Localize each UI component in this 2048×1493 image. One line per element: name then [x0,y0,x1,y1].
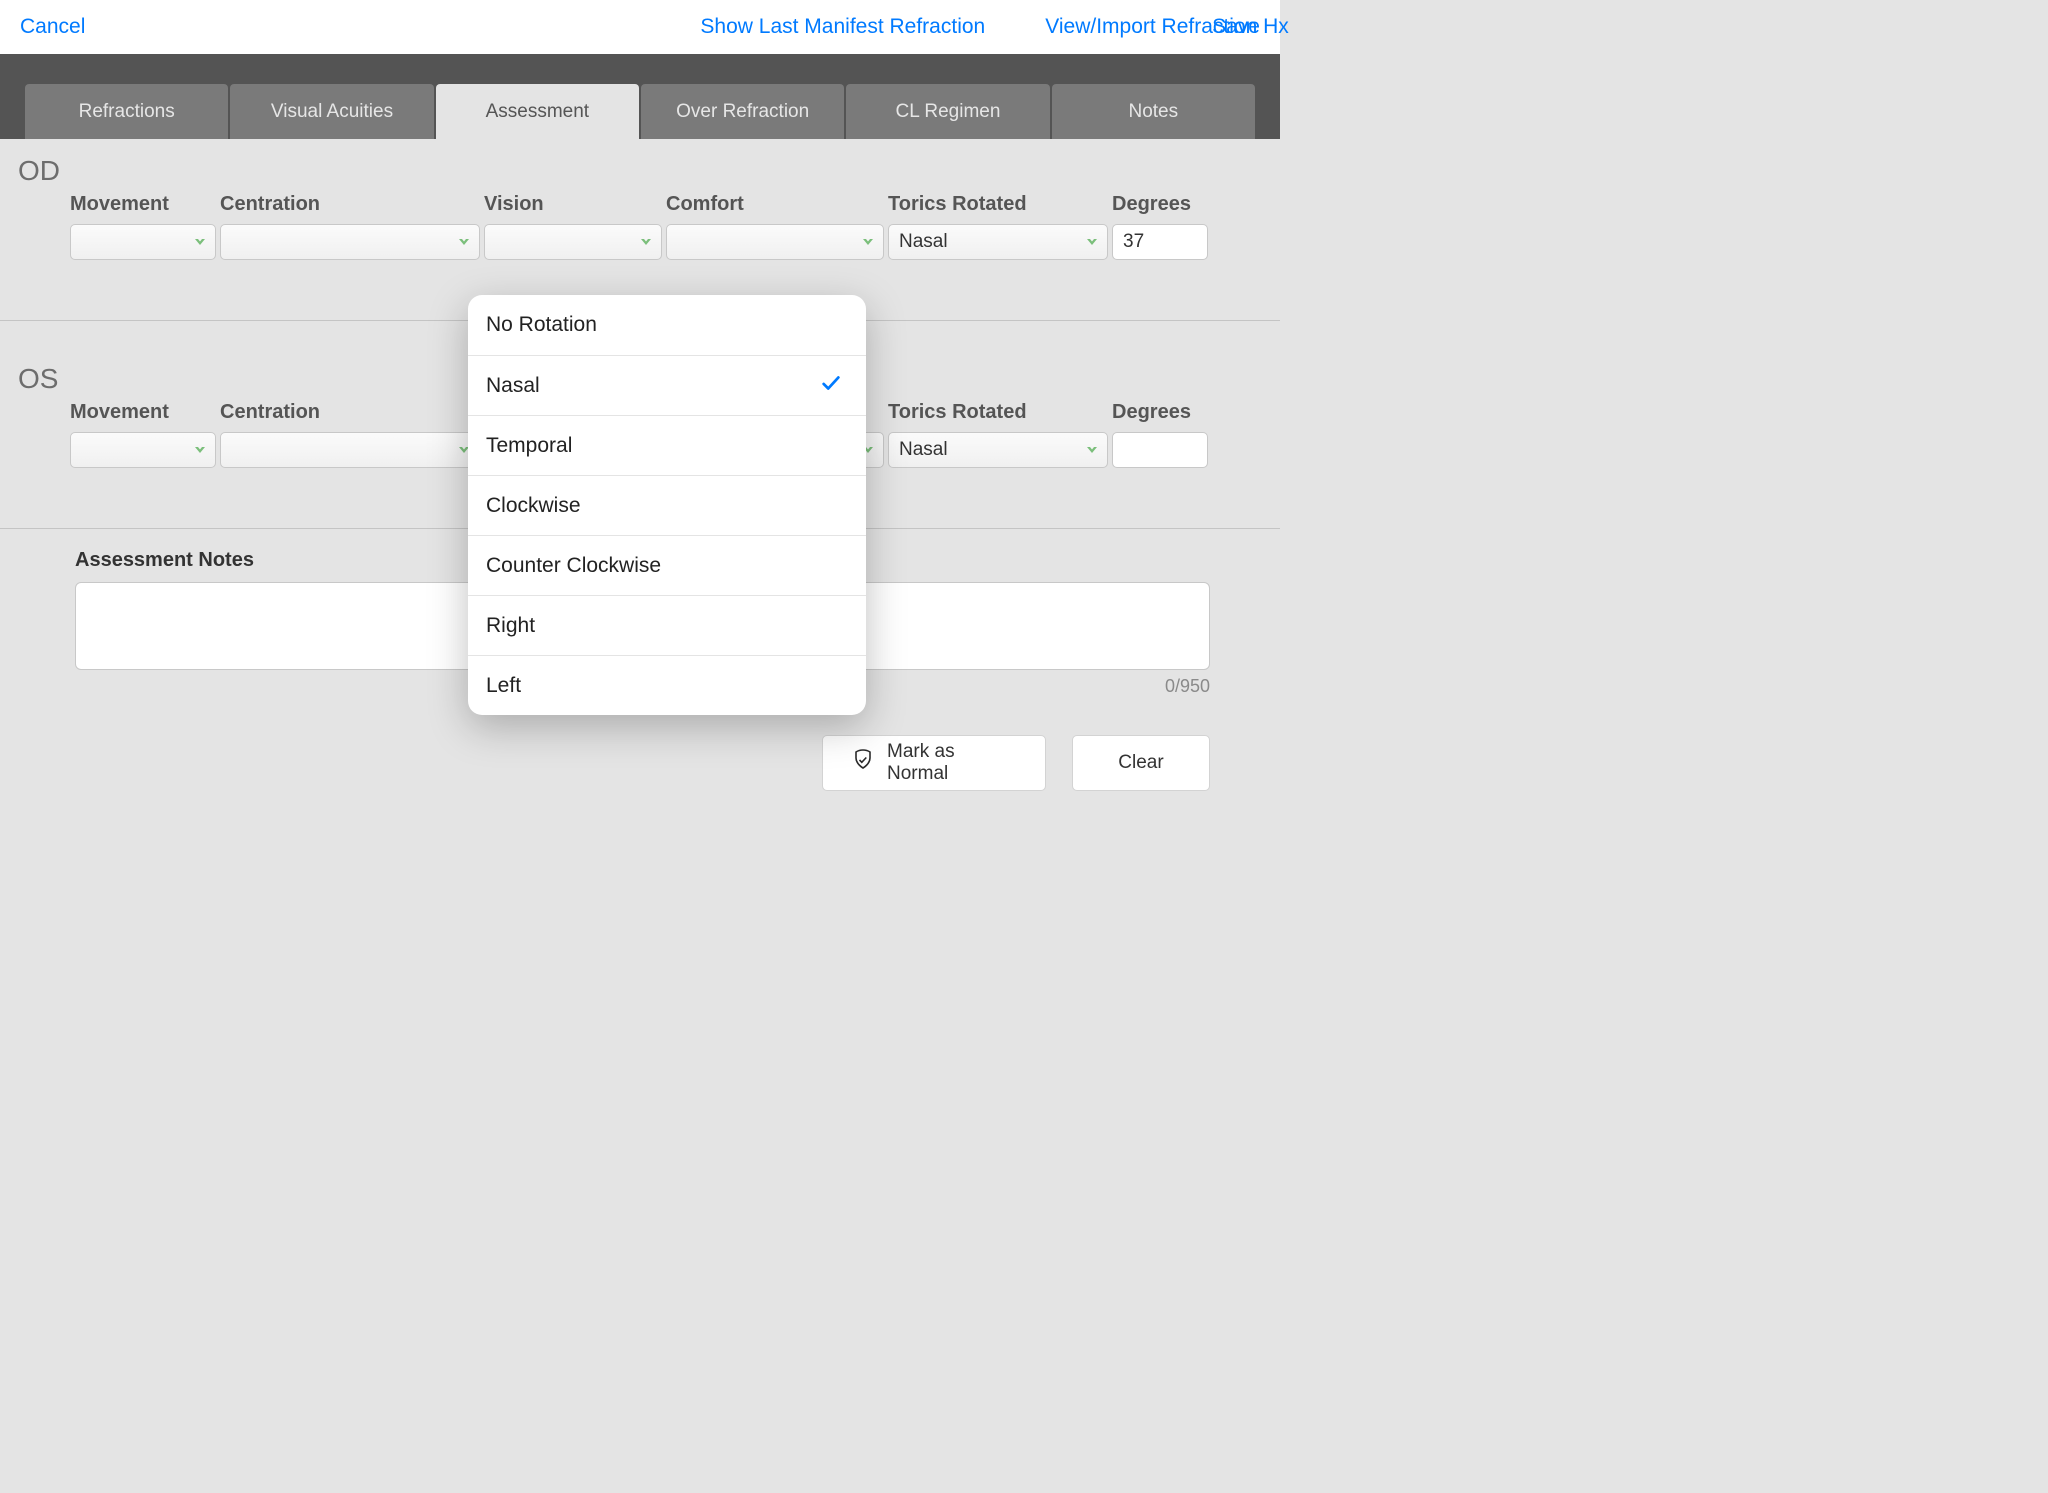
tab-over-refraction[interactable]: Over Refraction [641,84,844,139]
dropdown-option-right[interactable]: Right [468,595,866,655]
tab-assessment[interactable]: Assessment [436,84,639,139]
show-last-manifest-button[interactable]: Show Last Manifest Refraction [700,15,985,39]
os-torics-field: Torics Rotated Nasal [888,401,1108,468]
os-degrees-label: Degrees [1112,401,1208,424]
os-torics-label: Torics Rotated [888,401,1108,424]
os-degrees-field: Degrees [1112,401,1208,468]
od-torics-select[interactable]: Nasal [888,224,1108,260]
od-fields-row: Movement Centration Vision [0,193,1280,260]
od-movement-select[interactable] [70,224,216,260]
od-centration-select[interactable] [220,224,480,260]
tab-bar: Refractions Visual Acuities Assessment O… [25,84,1255,139]
od-movement-label: Movement [70,193,216,216]
shield-check-icon [851,748,875,778]
od-torics-field: Torics Rotated Nasal [888,193,1108,260]
tab-visual-acuities[interactable]: Visual Acuities [230,84,433,139]
chevron-down-icon [861,235,875,249]
chevron-down-icon [193,443,207,457]
chevron-down-icon [639,235,653,249]
od-torics-label: Torics Rotated [888,193,1108,216]
os-centration-field: Centration [220,401,480,468]
dropdown-option-no-rotation[interactable]: No Rotation [468,295,866,355]
dropdown-option-label: Nasal [486,374,540,398]
dropdown-option-label: Clockwise [486,494,581,518]
od-degrees-field: Degrees 37 [1112,193,1208,260]
top-bar: Cancel Show Last Manifest Refraction Vie… [0,0,1280,54]
od-degrees-value: 37 [1123,231,1144,253]
od-movement-field: Movement [70,193,216,260]
tab-cl-regimen[interactable]: CL Regimen [846,84,1049,139]
chevron-down-icon [1085,235,1099,249]
dropdown-option-temporal[interactable]: Temporal [468,415,866,475]
os-centration-label: Centration [220,401,480,424]
os-movement-select[interactable] [70,432,216,468]
dropdown-option-label: Counter Clockwise [486,554,661,578]
dropdown-option-counter-clockwise[interactable]: Counter Clockwise [468,535,866,595]
od-centration-label: Centration [220,193,480,216]
dropdown-option-label: Right [486,614,535,638]
os-torics-value: Nasal [899,439,948,461]
dropdown-option-clockwise[interactable]: Clockwise [468,475,866,535]
checkmark-icon [820,372,842,400]
os-centration-select[interactable] [220,432,480,468]
dropdown-option-left[interactable]: Left [468,655,866,715]
chevron-down-icon [457,235,471,249]
dropdown-option-label: Temporal [486,434,572,458]
tab-notes[interactable]: Notes [1052,84,1255,139]
od-comfort-label: Comfort [666,193,884,216]
od-torics-value: Nasal [899,231,948,253]
tab-bar-container: Refractions Visual Acuities Assessment O… [0,54,1280,139]
od-label: OD [0,155,1280,187]
od-comfort-select[interactable] [666,224,884,260]
torics-rotated-dropdown: No Rotation Nasal Temporal Clockwise Cou… [468,295,866,715]
od-vision-label: Vision [484,193,662,216]
os-torics-select[interactable]: Nasal [888,432,1108,468]
view-import-hx-button[interactable]: View/Import Refraction Hx [1045,15,1289,39]
od-vision-select[interactable] [484,224,662,260]
chevron-down-icon [193,235,207,249]
chevron-down-icon [1085,443,1099,457]
dropdown-option-label: Left [486,674,521,698]
os-movement-field: Movement [70,401,216,468]
od-degrees-label: Degrees [1112,193,1208,216]
mark-as-normal-label: Mark as Normal [887,741,1017,785]
od-centration-field: Centration [220,193,480,260]
od-vision-field: Vision [484,193,662,260]
os-movement-label: Movement [70,401,216,424]
od-degrees-input[interactable]: 37 [1112,224,1208,260]
od-comfort-field: Comfort [666,193,884,260]
tab-refractions[interactable]: Refractions [25,84,228,139]
mark-as-normal-button[interactable]: Mark as Normal [822,735,1046,791]
clear-label: Clear [1118,752,1163,774]
clear-button[interactable]: Clear [1072,735,1210,791]
cancel-button[interactable]: Cancel [20,15,85,39]
os-degrees-input[interactable] [1112,432,1208,468]
dropdown-option-nasal[interactable]: Nasal [468,355,866,415]
dropdown-option-label: No Rotation [486,313,597,337]
